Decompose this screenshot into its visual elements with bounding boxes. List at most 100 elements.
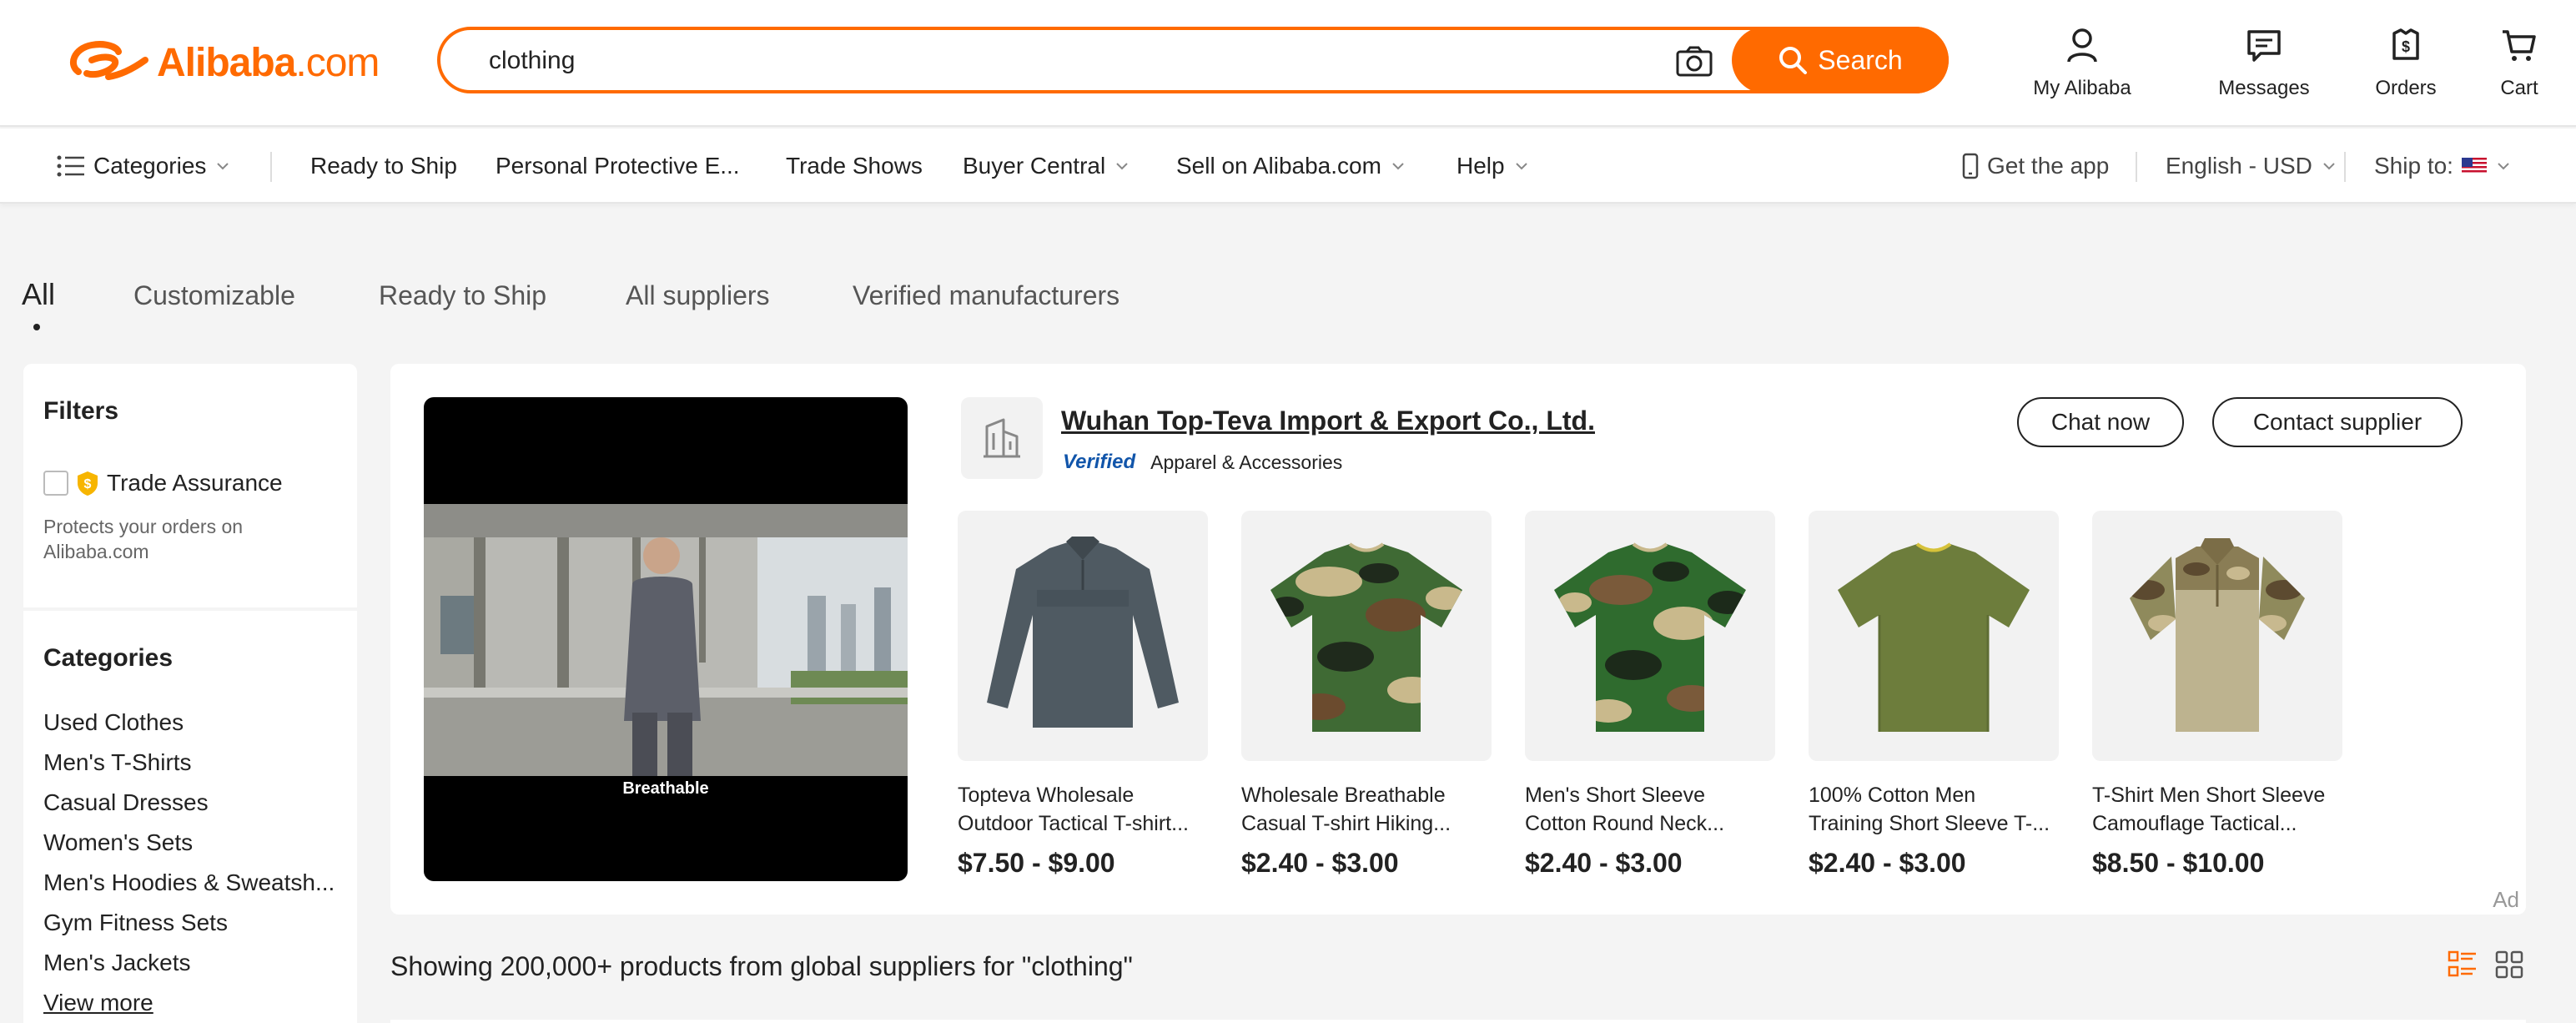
category-item[interactable]: Casual Dresses — [43, 783, 335, 823]
camo-tshirt-image — [1554, 542, 1746, 732]
category-nav: Categories Ready to Ship Personal Protec… — [0, 129, 2576, 204]
category-item[interactable]: Used Clothes — [43, 703, 335, 743]
list-view-icon[interactable] — [2448, 950, 2478, 980]
product-card[interactable]: T-Shirt Men Short Sleeve Camouflage Tact… — [2092, 511, 2342, 879]
product-price: $2.40 - $3.00 — [1241, 848, 1399, 878]
trade-assurance-description: Protects your orders on Alibaba.com — [43, 516, 244, 562]
grid-view-icon[interactable] — [2494, 950, 2524, 980]
alibaba-logo[interactable]: Alibaba.com — [67, 33, 380, 92]
ship-to-selector[interactable]: Ship to: — [2374, 129, 2512, 204]
us-flag-icon — [2461, 158, 2487, 174]
messages-link[interactable]: Messages — [2196, 17, 2332, 100]
my-alibaba-link[interactable]: My Alibaba — [2019, 17, 2146, 100]
product-title: Wholesale Breathable Casual T-shirt Hiki… — [1241, 784, 1452, 835]
result-tabs: All Customizable Ready to Ship All suppl… — [0, 267, 1251, 334]
header-actions: My Alibaba Messages $ Orders Cart — [2019, 17, 2553, 100]
product-price: $7.50 - $9.00 — [958, 848, 1115, 878]
search-input[interactable] — [487, 40, 1622, 82]
search-icon — [1779, 47, 1808, 74]
supplier-logo[interactable] — [961, 397, 1043, 479]
tab-customizable[interactable]: Customizable — [133, 280, 295, 311]
product-title: T-Shirt Men Short Sleeve Camouflage Tact… — [2092, 784, 2326, 835]
orders-icon: $ — [2392, 28, 2419, 60]
category-item[interactable]: Men's Jackets — [43, 943, 335, 983]
category-item[interactable]: Men's T-Shirts — [43, 743, 335, 783]
nav-divider — [2344, 152, 2346, 182]
verified-badge: Verified — [1063, 451, 1136, 473]
cart-link[interactable]: Cart — [2486, 17, 2553, 100]
categories-menu[interactable]: Categories — [57, 129, 231, 204]
product-card[interactable]: Wholesale Breathable Casual T-shirt Hiki… — [1241, 511, 1492, 879]
product-price: $8.50 - $10.00 — [2092, 848, 2265, 878]
chevron-down-icon — [2323, 163, 2335, 170]
svg-text:$: $ — [84, 477, 92, 491]
ad-label: Ad — [2493, 887, 2519, 912]
category-item[interactable]: Gym Fitness Sets — [43, 903, 335, 943]
chat-now-button[interactable]: Chat now — [2017, 397, 2184, 447]
product-title: 100% Cotton Men Training Short Sleeve T-… — [1809, 784, 2050, 835]
list-icon — [57, 155, 84, 177]
supplier-ad-card: Breathable Wuhan Top-Teva Import & Expor… — [390, 364, 2526, 915]
results-list-top-edge — [390, 1020, 2526, 1023]
product-image — [958, 511, 1208, 761]
category-list: Used Clothes Men's T-Shirts Casual Dress… — [43, 703, 335, 1023]
product-image — [1809, 511, 2059, 761]
chevron-down-icon — [1392, 163, 1404, 170]
product-image — [1525, 511, 1775, 761]
nav-item-buyer-central[interactable]: Buyer Central — [963, 129, 1130, 204]
product-price: $2.40 - $3.00 — [1525, 848, 1683, 878]
chevron-down-icon — [1515, 163, 1527, 170]
camo-tshirt-image — [1270, 542, 1462, 732]
nav-item-trade-shows[interactable]: Trade Shows — [786, 129, 923, 204]
trade-assurance-icon: $ — [78, 471, 98, 496]
supplier-video[interactable]: Breathable — [424, 397, 908, 881]
supplier-meta: Verified Apparel & Accessories — [1063, 451, 1342, 474]
top-header: Alibaba.com Search My Alibaba — [0, 0, 2576, 127]
filters-title: Filters — [43, 397, 119, 425]
search-bar: Search — [437, 27, 1949, 93]
categories-panel: Categories Used Clothes Men's T-Shirts C… — [23, 611, 357, 1023]
supplier-name-link[interactable]: Wuhan Top-Teva Import & Export Co., Ltd. — [1061, 406, 1595, 436]
product-card[interactable]: Men's Short Sleeve Cotton Round Neck... … — [1525, 511, 1775, 879]
trade-assurance-checkbox[interactable] — [43, 471, 68, 496]
language-currency-selector[interactable]: English - USD — [2166, 129, 2337, 204]
contact-supplier-button[interactable]: Contact supplier — [2212, 397, 2463, 447]
tab-verified-manufacturers[interactable]: Verified manufacturers — [853, 280, 1119, 311]
view-more-categories-link[interactable]: View more — [43, 983, 335, 1023]
supplier-category: Apparel & Accessories — [1150, 451, 1343, 473]
product-card[interactable]: 100% Cotton Men Training Short Sleeve T-… — [1809, 511, 2059, 879]
cart-icon — [2503, 30, 2536, 61]
svg-text:$: $ — [2402, 38, 2410, 55]
results-summary: Showing 200,000+ products from global su… — [390, 951, 1133, 981]
product-image — [2092, 511, 2342, 761]
tab-all-suppliers[interactable]: All suppliers — [626, 280, 770, 311]
chevron-down-icon — [217, 163, 229, 170]
nav-item-sell-on-alibaba[interactable]: Sell on Alibaba.com — [1176, 129, 1406, 204]
orders-link[interactable]: $ Orders — [2364, 17, 2448, 100]
trade-assurance-filter[interactable]: $ Trade Assurance — [43, 469, 283, 497]
long-sleeve-shirt-image — [987, 537, 1179, 728]
nav-item-help[interactable]: Help — [1457, 129, 1530, 204]
combat-shirt-image — [2130, 538, 2305, 732]
product-card[interactable]: Topteva Wholesale Outdoor Tactical T-shi… — [958, 511, 1208, 879]
get-the-app-link[interactable]: Get the app — [1962, 129, 2109, 204]
phone-icon — [1962, 153, 1979, 179]
building-icon — [984, 418, 1020, 458]
category-item[interactable]: Men's Hoodies & Sweatsh... — [43, 863, 335, 903]
video-frame-image — [424, 504, 908, 776]
tab-all[interactable]: All — [22, 277, 55, 312]
active-tab-indicator — [33, 324, 40, 330]
video-caption: Breathable — [622, 779, 709, 798]
logo-wordmark: Alibaba.com — [157, 40, 380, 85]
nav-item-ppe[interactable]: Personal Protective E... — [496, 129, 740, 204]
olive-tshirt-image — [1838, 542, 2030, 732]
nav-divider — [270, 152, 272, 182]
tab-ready-to-ship[interactable]: Ready to Ship — [379, 280, 546, 311]
category-item[interactable]: Women's Sets — [43, 823, 335, 863]
chevron-down-icon — [2498, 163, 2509, 170]
search-button[interactable]: Search — [1732, 27, 1949, 93]
product-title: Topteva Wholesale Outdoor Tactical T-shi… — [958, 784, 1189, 835]
product-price: $2.40 - $3.00 — [1809, 848, 1966, 878]
nav-item-ready-to-ship[interactable]: Ready to Ship — [310, 129, 457, 204]
camera-icon[interactable] — [1675, 45, 1713, 78]
